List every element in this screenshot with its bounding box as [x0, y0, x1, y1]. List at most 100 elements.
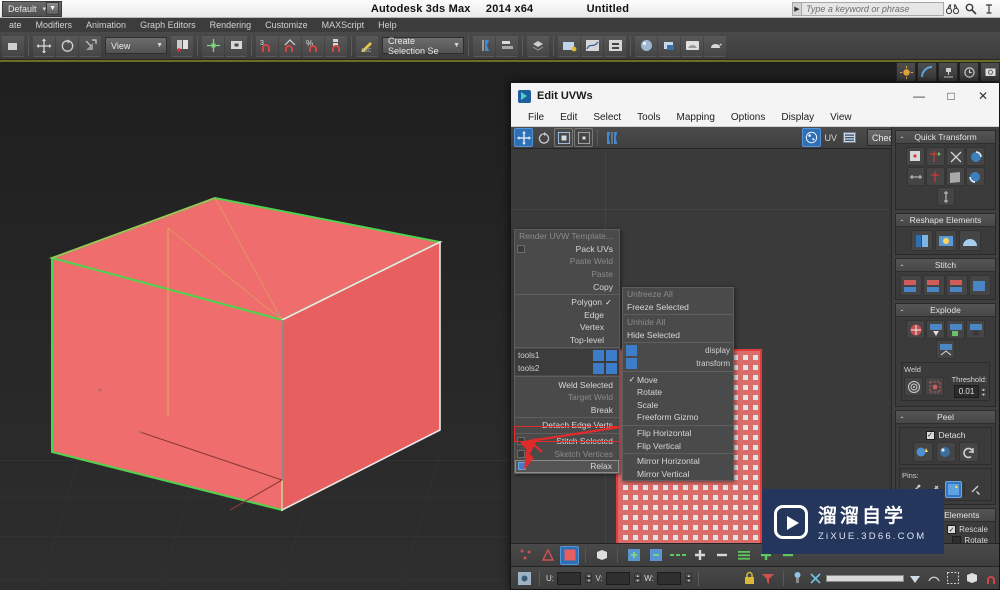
menu-strip-tools2[interactable]: tools2 [515, 362, 619, 376]
menu-paste[interactable]: Paste [515, 268, 619, 281]
menu-mirror-horizontal[interactable]: Mirror Horizontal [623, 455, 733, 468]
menu-pack-uvs[interactable]: Pack UVs [515, 243, 619, 256]
zoom-slider[interactable] [826, 574, 904, 582]
show-map-icon[interactable] [802, 128, 822, 147]
menu-mirror-vertical[interactable]: Mirror Vertical [623, 468, 733, 481]
minimize-button[interactable]: — [903, 83, 935, 109]
strip-swatch-icon[interactable] [606, 350, 617, 362]
align-to-pivot-icon[interactable] [925, 167, 945, 186]
vertex-subobject-icon[interactable] [516, 546, 535, 565]
dialog-options-icon[interactable] [518, 462, 526, 471]
v-spinner[interactable]: ▲ ▼ [634, 573, 642, 583]
curve-editor-icon[interactable] [581, 34, 603, 57]
strip-swatch-icon[interactable] [626, 345, 637, 357]
collapse-icon[interactable]: - [896, 411, 908, 423]
loop-shrink-icon[interactable] [712, 546, 731, 565]
stitch-4-icon[interactable] [969, 275, 991, 296]
zoom-extents-icon[interactable] [964, 569, 980, 588]
menu-item-help[interactable]: Help [371, 18, 404, 32]
clock-icon[interactable] [959, 62, 979, 82]
align-to-edge-icon[interactable] [906, 147, 925, 166]
filter-pins-icon[interactable] [945, 481, 962, 498]
freeform-gizmo-icon[interactable] [574, 128, 593, 147]
dialog-options-icon[interactable] [517, 449, 525, 458]
menu-strip-display[interactable]: display [623, 344, 733, 358]
render-setup-icon[interactable] [658, 34, 680, 57]
break-uv-icon[interactable] [808, 569, 823, 588]
break-angle-icon[interactable] [926, 320, 945, 339]
rollout-header[interactable]: - Quick Transform [896, 131, 995, 144]
move-icon[interactable] [514, 128, 533, 147]
threshold-value[interactable]: 0.01 [954, 385, 979, 398]
u-spinner[interactable]: ▲ ▼ [585, 573, 593, 583]
loop-expand-icon[interactable] [690, 546, 709, 565]
menu-freeze-selected[interactable]: Freeze Selected [623, 301, 733, 314]
uvw-menu-edit[interactable]: Edit [552, 109, 585, 127]
make-convex-icon[interactable] [958, 230, 981, 251]
uvw-menu-display[interactable]: Display [773, 109, 822, 127]
rescale-checkbox[interactable]: ✓ [947, 525, 957, 534]
snap-3d-icon[interactable]: 3 [256, 34, 278, 57]
menu-flip-vertical[interactable]: Flip Vertical [623, 439, 733, 452]
threshold-spinner[interactable]: ▲ ▼ [980, 386, 987, 397]
mirror-icon[interactable] [602, 128, 621, 147]
menu-weld-selected[interactable]: Weld Selected [515, 378, 619, 391]
reference-coordinate-system[interactable]: View ▼ [105, 37, 167, 54]
pan-icon[interactable] [907, 569, 923, 588]
menu-item-modifiers[interactable]: Modifiers [29, 18, 80, 32]
rendered-frame-window-icon[interactable] [681, 34, 703, 57]
dialog-options-icon[interactable] [517, 244, 525, 253]
menu-copy[interactable]: Copy [515, 280, 619, 293]
strip-swatch-icon[interactable] [606, 363, 617, 375]
show-hidden-edges-icon[interactable] [790, 569, 805, 588]
keyword-caret-icon[interactable]: ▶ [792, 2, 802, 16]
wrench-icon[interactable] [963, 2, 978, 16]
menu-edge[interactable]: Edge [515, 309, 619, 322]
peel-mode-icon[interactable] [935, 442, 956, 462]
menu-render-uvw-template[interactable]: Render UVW Template... [515, 230, 619, 243]
uvw-menu-options[interactable]: Options [723, 109, 773, 127]
w-spinner[interactable]: ▲ ▼ [685, 573, 693, 583]
rotate-90-ccw-icon[interactable] [966, 147, 985, 166]
menu-rotate[interactable]: Rotate [623, 386, 733, 399]
layer-manager-icon[interactable] [527, 34, 549, 57]
ring-lines-icon[interactable] [734, 546, 753, 565]
menu-polygon[interactable]: Polygon ✓ [515, 296, 619, 309]
menu-item-graph-editors[interactable]: Graph Editors [133, 18, 203, 32]
face-subobject-icon[interactable] [560, 545, 579, 565]
snap-uv-icon[interactable] [983, 569, 999, 588]
straighten-selection-icon[interactable] [910, 230, 933, 251]
rollout-header[interactable]: - Reshape Elements [896, 214, 995, 227]
uvw-menu-file[interactable]: File [520, 109, 552, 127]
filter-selected-faces-icon[interactable] [760, 569, 777, 588]
uvw-menu-select[interactable]: Select [585, 109, 629, 127]
quick-peel-icon[interactable] [912, 442, 933, 462]
lock-icon[interactable] [742, 569, 757, 588]
pin-select-icon[interactable] [967, 481, 984, 498]
light-icon[interactable] [896, 62, 916, 82]
align-vertical-icon[interactable] [926, 147, 945, 166]
spacing-horizontal-icon[interactable] [906, 167, 925, 186]
rollout-header[interactable]: - Stitch [896, 259, 995, 272]
menu-flip-horizontal[interactable]: Flip Horizontal [623, 427, 733, 440]
undo-icon[interactable] [2, 34, 24, 57]
monitor-icon[interactable] [980, 62, 1000, 82]
collapse-icon[interactable]: - [896, 259, 908, 271]
menu-item-rendering[interactable]: Rendering [203, 18, 259, 32]
menu-item-maxscript[interactable]: MAXScript [315, 18, 372, 32]
v-field[interactable] [605, 571, 631, 585]
menu-item-customize[interactable]: Customize [258, 18, 315, 32]
spacing-vertical-icon[interactable] [936, 187, 955, 206]
menu-item-animation[interactable]: Animation [79, 18, 133, 32]
menu-unhide-all[interactable]: Unhide All [623, 316, 733, 329]
zoom-region-icon[interactable] [945, 569, 961, 588]
relax-until-flat-icon[interactable] [934, 230, 957, 251]
keyword-search[interactable]: ▶ Type a keyword or phrase [792, 2, 944, 16]
select-and-manipulate-icon[interactable] [202, 34, 224, 57]
menu-top-level[interactable]: Top-level [515, 334, 619, 347]
map-list-icon[interactable] [840, 128, 859, 147]
straighten-icon[interactable] [946, 147, 965, 166]
break-material-icon[interactable] [946, 320, 965, 339]
scene-explorer-icon[interactable] [558, 34, 580, 57]
uvw-title-bar[interactable]: Edit UVWs — □ ✕ [511, 83, 999, 109]
